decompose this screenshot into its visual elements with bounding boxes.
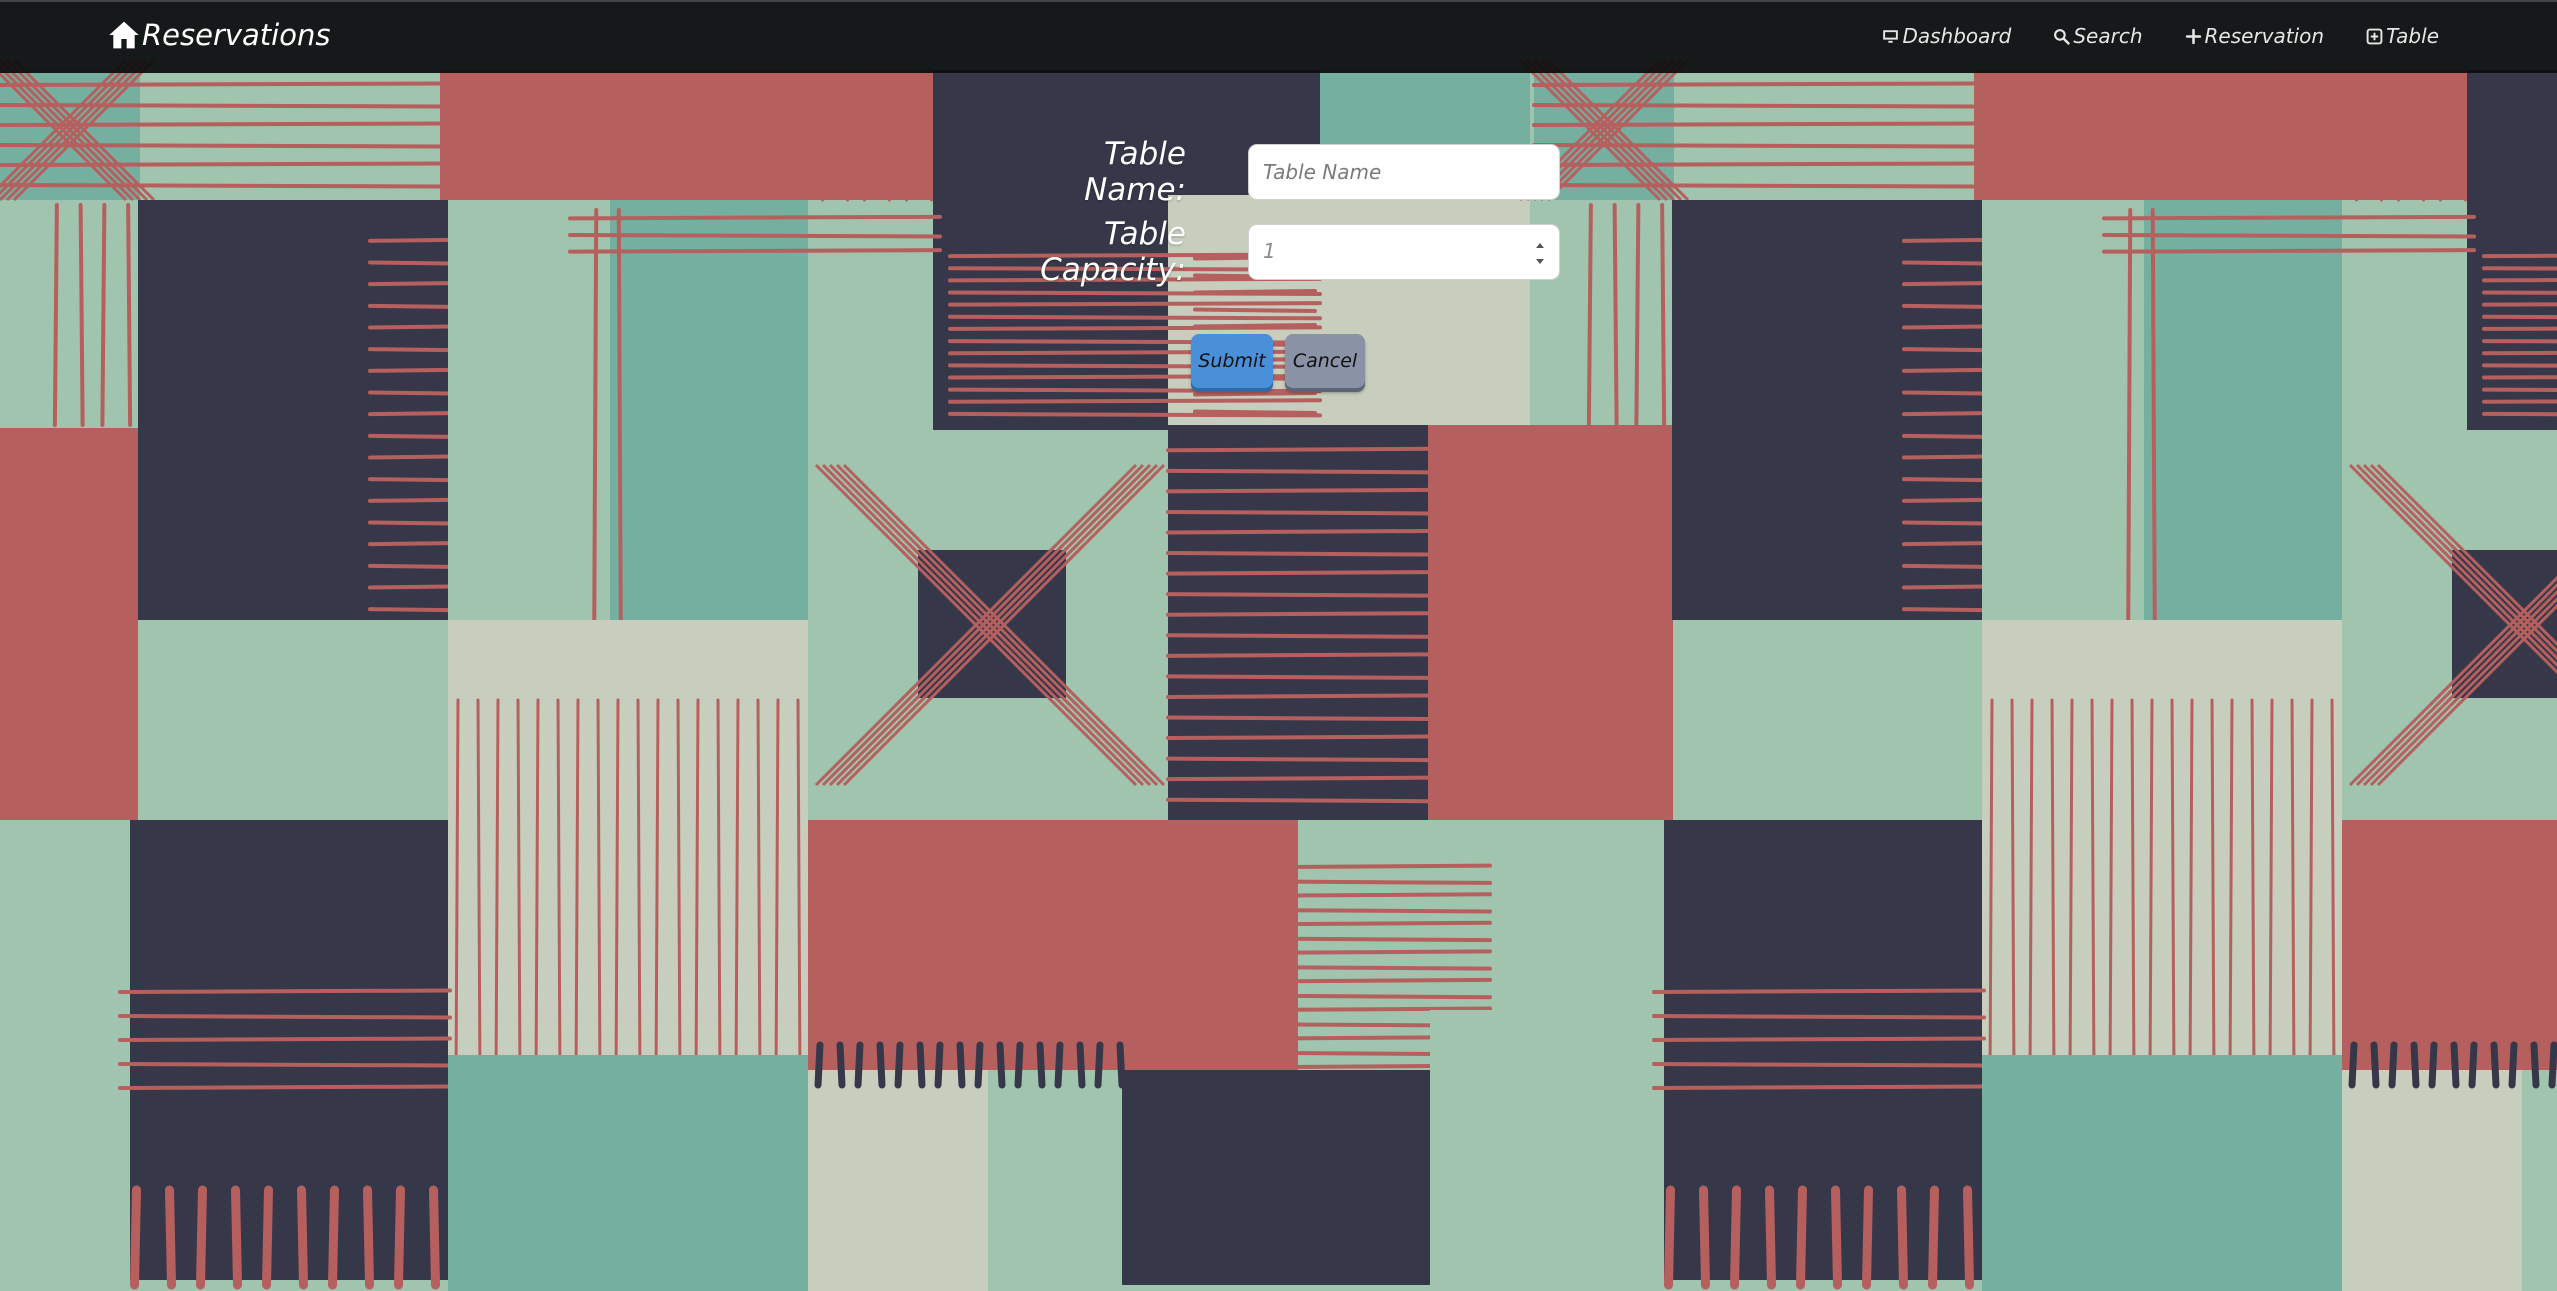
brand-link[interactable]: Reservations — [108, 18, 330, 52]
table-name-input[interactable] — [1248, 144, 1560, 200]
plus-square-icon — [2366, 28, 2383, 44]
pattern-block — [0, 428, 138, 820]
nav-new-table[interactable]: Table — [2366, 24, 2439, 48]
decrement-arrow-icon[interactable] — [1533, 255, 1547, 267]
search-icon — [2054, 28, 2071, 45]
table-capacity-input[interactable]: 1 — [1248, 224, 1560, 280]
nav-table-label: Table — [2386, 24, 2439, 48]
submit-button[interactable]: Submit — [1191, 334, 1273, 388]
pattern-block — [1534, 428, 1672, 820]
plus-icon — [2185, 28, 2201, 44]
home-icon — [109, 21, 139, 49]
pattern-block — [2144, 200, 2342, 620]
pattern-block — [448, 620, 808, 1060]
table-name-row: Table Name: — [1000, 136, 1560, 208]
pattern-block — [610, 200, 808, 620]
pattern-block — [1982, 1055, 2342, 1291]
nav-menu: Dashboard Search Reservation Table — [1882, 24, 2439, 48]
table-name-label: Table Name: — [1084, 136, 1186, 208]
dashboard-icon — [1883, 29, 1899, 43]
pattern-block — [1982, 620, 2342, 1060]
cancel-button[interactable]: Cancel — [1285, 334, 1365, 388]
pattern-block — [2342, 1070, 2522, 1291]
nav-dashboard[interactable]: Dashboard — [1882, 24, 2011, 48]
nav-dashboard-label: Dashboard — [1902, 24, 2012, 48]
nav-search[interactable]: Search — [2053, 24, 2143, 48]
pattern-block — [808, 820, 1298, 1070]
brand-title: Reservations — [142, 18, 331, 52]
table-capacity-value: 1 — [1263, 239, 1276, 263]
table-capacity-row: Table Capacity: 1 — [960, 216, 1560, 288]
nav-new-reservation[interactable]: Reservation — [2185, 24, 2325, 48]
increment-arrow-icon[interactable] — [1533, 239, 1547, 251]
pattern-block — [1430, 1010, 1530, 1291]
nav-reservation-label: Reservation — [2204, 24, 2325, 48]
pattern-block — [448, 1055, 808, 1291]
pattern-block — [1122, 1070, 1430, 1285]
page: Reservations Dashboard Search Reservatio… — [0, 0, 2557, 1291]
pattern-block — [808, 1070, 988, 1291]
capacity-stepper — [1533, 239, 1547, 267]
nav-search-label: Search — [2073, 24, 2143, 48]
top-navbar: Reservations Dashboard Search Reservatio… — [0, 0, 2557, 73]
pattern-block — [2342, 820, 2557, 1070]
table-capacity-label: Table Capacity: — [1040, 216, 1186, 288]
